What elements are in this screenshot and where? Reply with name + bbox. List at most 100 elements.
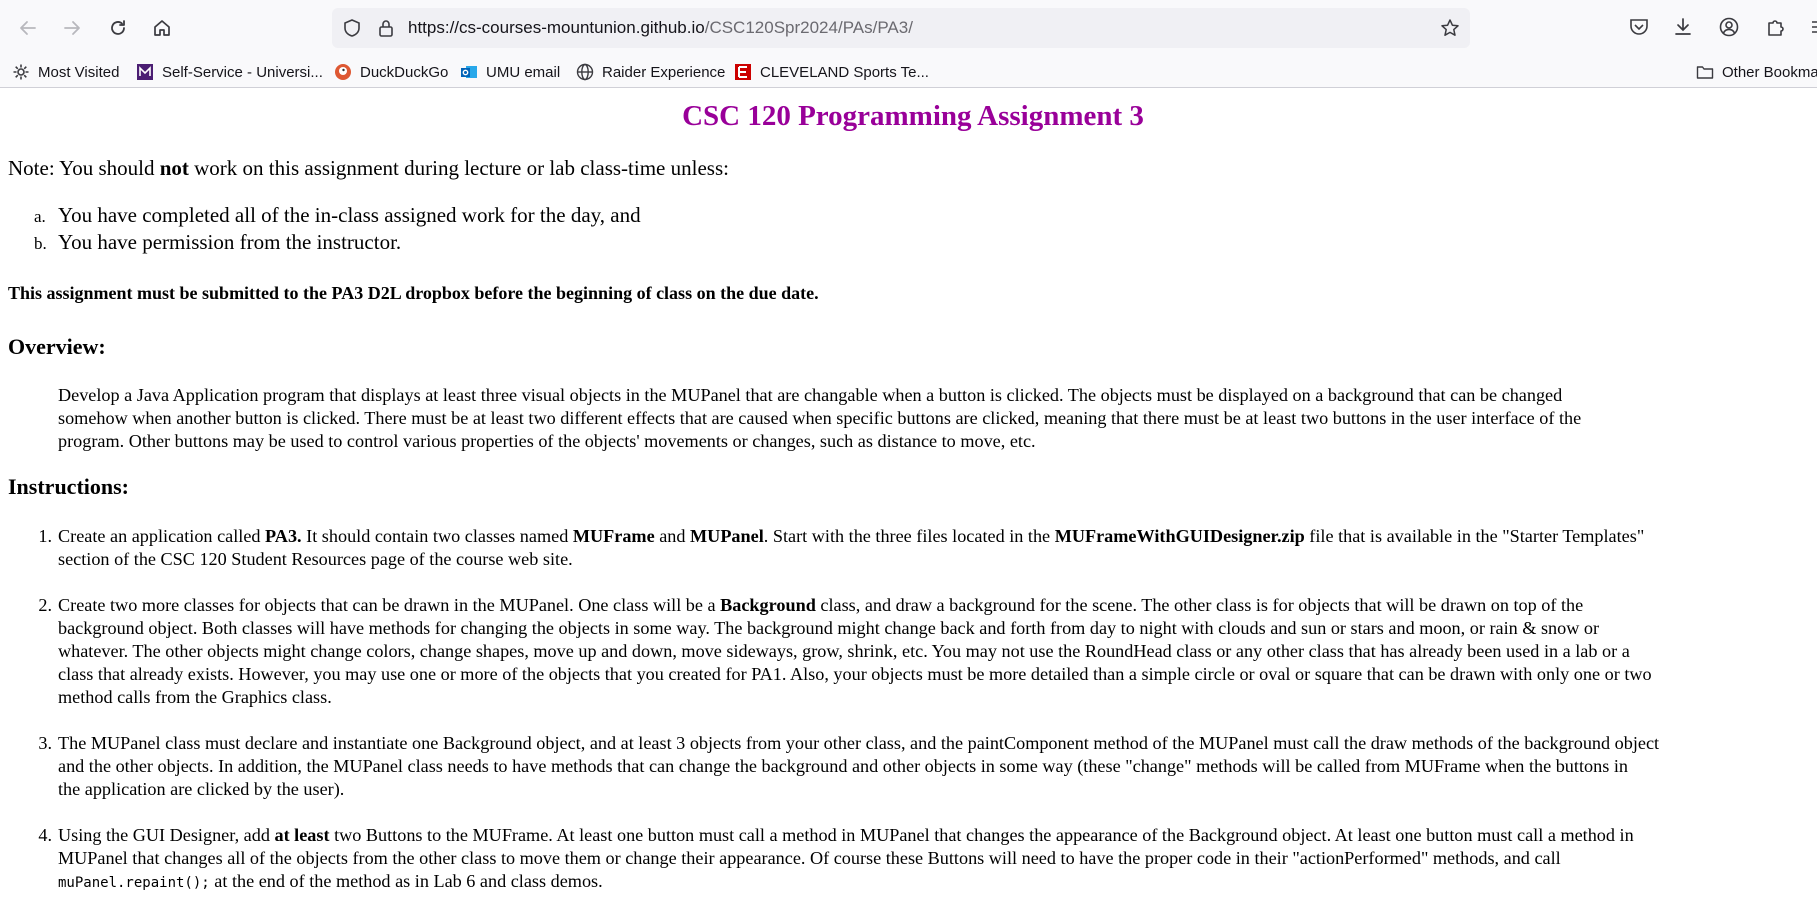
note-paragraph: Note: You should not work on this assign… bbox=[8, 156, 729, 181]
step-text: and the other objects. In addition, the … bbox=[58, 756, 1628, 776]
list-item-text: You have permission from the instructor. bbox=[58, 230, 402, 254]
bookmark-star-icon[interactable] bbox=[1440, 18, 1460, 38]
step-number: 3. bbox=[38, 733, 52, 753]
instruction-step-1: 1. Create an application called PA3. It … bbox=[30, 525, 1817, 571]
bookmarks-toolbar: Most Visited Self-Service - Universi... … bbox=[0, 55, 1817, 88]
espn-icon bbox=[734, 63, 752, 81]
overview-line: program. Other buttons may be used to co… bbox=[58, 431, 1036, 451]
step-text: The MUPanel class must declare and insta… bbox=[58, 733, 1660, 753]
conditions-list: a. You have completed all of the in-clas… bbox=[34, 203, 641, 257]
submission-notice: This assignment must be submitted to the… bbox=[8, 283, 819, 303]
bookmark-label: Self-Service - Universi... bbox=[162, 63, 323, 81]
reload-button[interactable] bbox=[102, 12, 134, 44]
bookmark-umu-email[interactable]: UMU email bbox=[460, 60, 560, 84]
step-text: and bbox=[654, 526, 691, 546]
step-bold: at least bbox=[274, 825, 330, 845]
bookmark-duckduckgo[interactable]: DuckDuckGo bbox=[334, 60, 448, 84]
step-text: MUPanel that changes all of the objects … bbox=[58, 848, 1561, 868]
browser-toolbar: https://cs-courses-mountunion.github.io/… bbox=[0, 0, 1817, 55]
overview-paragraph: Develop a Java Application program that … bbox=[58, 384, 1758, 453]
instruction-step-4: 4. Using the GUI Designer, add at least … bbox=[30, 824, 1817, 895]
shield-icon[interactable] bbox=[342, 18, 362, 38]
home-icon bbox=[154, 20, 170, 36]
back-arrow-icon bbox=[20, 21, 36, 35]
menu-button[interactable] bbox=[1806, 14, 1817, 40]
address-bar[interactable]: https://cs-courses-mountunion.github.io/… bbox=[332, 8, 1470, 48]
step-text: class that already exists. However, you … bbox=[58, 664, 1652, 684]
back-button[interactable] bbox=[12, 12, 44, 44]
step-number: 1. bbox=[38, 526, 52, 546]
step-text: Using the GUI Designer, add bbox=[58, 825, 275, 845]
list-item: b. You have permission from the instruct… bbox=[34, 230, 641, 257]
step-text: background object. Both classes will hav… bbox=[58, 618, 1600, 638]
bookmark-label: DuckDuckGo bbox=[360, 63, 449, 81]
note-prefix: Note: You should bbox=[8, 156, 160, 180]
reload-icon bbox=[111, 20, 125, 35]
step-text: at the end of the method as in Lab 6 and… bbox=[209, 871, 603, 891]
home-button[interactable] bbox=[146, 12, 178, 44]
instruction-step-3: 3. The MUPanel class must declare and in… bbox=[30, 732, 1817, 801]
list-marker: a. bbox=[34, 207, 46, 226]
step-number: 2. bbox=[38, 595, 52, 615]
bookmark-label: CLEVELAND Sports Te... bbox=[760, 63, 929, 81]
page-title: CSC 120 Programming Assignment 3 bbox=[682, 100, 1144, 132]
step-number: 4. bbox=[38, 825, 52, 845]
step-text: the application are clicked by the user)… bbox=[58, 779, 345, 799]
gear-icon bbox=[12, 63, 30, 81]
downloads-button[interactable] bbox=[1670, 14, 1696, 40]
instruction-step-2: 2. Create two more classes for objects t… bbox=[30, 594, 1817, 709]
step-text: Create an application called bbox=[58, 526, 266, 546]
step-text: whatever. The other objects might change… bbox=[58, 641, 1630, 661]
hamburger-menu-icon bbox=[1812, 21, 1817, 33]
globe-icon bbox=[576, 63, 594, 81]
step-text: It should contain two classes named bbox=[301, 526, 573, 546]
url-host: https://cs-courses-mountunion.github.io bbox=[408, 18, 705, 37]
account-button[interactable] bbox=[1716, 14, 1742, 40]
outlook-icon bbox=[460, 63, 478, 81]
overview-heading: Overview: bbox=[8, 334, 106, 359]
bookmark-self-service[interactable]: Self-Service - Universi... bbox=[136, 60, 323, 84]
note-suffix: work on this assignment during lecture o… bbox=[188, 156, 729, 180]
note-emphasis: not bbox=[159, 156, 189, 180]
list-item: a. You have completed all of the in-clas… bbox=[34, 203, 641, 230]
extensions-button[interactable] bbox=[1762, 14, 1788, 40]
overview-line: somehow when another button is clicked. … bbox=[58, 408, 1582, 428]
extensions-icon bbox=[1768, 20, 1784, 36]
duckduckgo-icon bbox=[334, 63, 352, 81]
other-bookmarks-folder[interactable]: Other Bookmarks bbox=[1696, 60, 1817, 84]
account-icon bbox=[1719, 17, 1739, 37]
step-text: file that is available in the "Starter T… bbox=[1304, 526, 1645, 546]
bookmark-label: Most Visited bbox=[38, 63, 120, 81]
forward-arrow-icon bbox=[64, 21, 80, 35]
folder-icon bbox=[1696, 63, 1714, 81]
bookmark-label: Other Bookmarks bbox=[1722, 63, 1817, 81]
bookmark-raider-experience[interactable]: Raider Experience bbox=[576, 60, 725, 84]
bookmark-cleveland-sports[interactable]: CLEVELAND Sports Te... bbox=[734, 60, 929, 84]
m-logo-icon bbox=[136, 63, 154, 81]
bookmark-label: UMU email bbox=[486, 63, 561, 81]
step-bold: MUPanel bbox=[690, 526, 764, 546]
list-item-text: You have completed all of the in-class a… bbox=[58, 203, 641, 227]
url-text[interactable]: https://cs-courses-mountunion.github.io/… bbox=[408, 18, 913, 38]
bookmark-label: Raider Experience bbox=[602, 63, 726, 81]
step-text: Create two more classes for objects that… bbox=[58, 595, 721, 615]
code-snippet: muPanel.repaint(); bbox=[58, 875, 210, 891]
instructions-heading: Instructions: bbox=[8, 474, 130, 499]
url-path: /CSC120Spr2024/PAs/PA3/ bbox=[704, 18, 913, 37]
step-text: two Buttons to the MUFrame. At least one… bbox=[329, 825, 1634, 845]
download-icon bbox=[1675, 18, 1691, 35]
list-marker: b. bbox=[34, 234, 47, 253]
step-text: class, and draw a background for the sce… bbox=[815, 595, 1584, 615]
step-text: . Start with the three files located in … bbox=[763, 526, 1055, 546]
step-bold: MUFrame bbox=[572, 526, 655, 546]
step-text: method calls from the Graphics class. bbox=[58, 687, 332, 707]
overview-line: Develop a Java Application program that … bbox=[58, 385, 1563, 405]
forward-button[interactable] bbox=[56, 12, 88, 44]
step-bold: Background bbox=[720, 595, 816, 615]
step-bold: PA3. bbox=[265, 526, 302, 546]
page-content: CSC 120 Programming Assignment 3 Note: Y… bbox=[0, 89, 1817, 905]
bookmark-most-visited[interactable]: Most Visited bbox=[12, 60, 119, 84]
lock-icon[interactable] bbox=[376, 18, 396, 38]
pocket-button[interactable] bbox=[1626, 14, 1652, 40]
pocket-icon bbox=[1630, 19, 1648, 35]
